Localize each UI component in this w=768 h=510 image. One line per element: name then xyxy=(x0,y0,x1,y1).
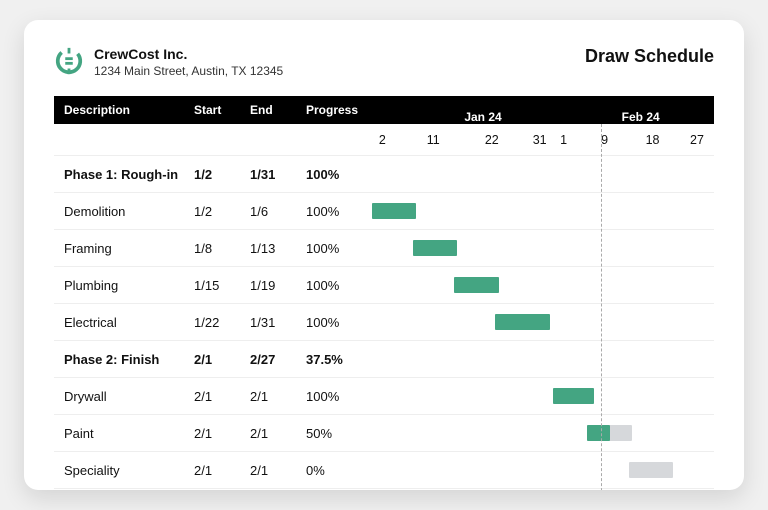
cell-end: 1/13 xyxy=(250,241,306,256)
date-tick: 18 xyxy=(646,133,660,147)
cell-end: 1/6 xyxy=(250,204,306,219)
company-logo-icon xyxy=(54,46,84,76)
cell-start: 2/1 xyxy=(194,463,250,478)
gantt-bar-fill xyxy=(413,240,457,256)
company-name: CrewCost Inc. xyxy=(94,46,283,62)
cell-progress: 37.5% xyxy=(306,352,372,367)
phase-row: Phase 1: Rough-in1/21/31100% xyxy=(54,156,714,193)
cell-progress: 100% xyxy=(306,315,372,330)
cell-progress: 0% xyxy=(306,463,372,478)
task-row: Cabinets2/12/270% xyxy=(54,489,714,490)
cell-description: Phase 2: Finish xyxy=(54,352,194,367)
date-tick: 31 xyxy=(533,133,547,147)
task-row: Framing1/81/13100% xyxy=(54,230,714,267)
date-tick: 2 xyxy=(379,133,386,147)
header: CrewCost Inc. 1234 Main Street, Austin, … xyxy=(54,46,714,78)
cell-end: 1/31 xyxy=(250,315,306,330)
col-header-progress: Progress xyxy=(306,103,372,117)
cell-start: 2/1 xyxy=(194,426,250,441)
today-marker xyxy=(601,124,602,490)
col-header-description: Description xyxy=(54,103,194,117)
month-label: Jan 24 xyxy=(464,110,501,124)
cell-end: 1/19 xyxy=(250,278,306,293)
col-header-end: End xyxy=(250,103,306,117)
cell-end: 1/31 xyxy=(250,167,306,182)
company-block: CrewCost Inc. 1234 Main Street, Austin, … xyxy=(54,46,283,78)
task-row: Electrical1/221/31100% xyxy=(54,304,714,341)
gantt-bar-fill xyxy=(553,388,594,404)
phase-row: Phase 2: Finish2/12/2737.5% xyxy=(54,341,714,378)
cell-description: Electrical xyxy=(54,315,194,330)
date-tick: 11 xyxy=(427,133,440,147)
cell-progress: 100% xyxy=(306,167,372,182)
gantt-bar-fill xyxy=(587,425,609,441)
cell-end: 2/1 xyxy=(250,463,306,478)
cell-description: Framing xyxy=(54,241,194,256)
gantt-bar-fill xyxy=(372,203,416,219)
company-address: 1234 Main Street, Austin, TX 12345 xyxy=(94,64,283,78)
gantt-bar-fill xyxy=(454,277,498,293)
task-row: Plumbing1/151/19100% xyxy=(54,267,714,304)
cell-progress: 50% xyxy=(306,426,372,441)
date-tick: 1 xyxy=(560,133,567,147)
date-tick: 22 xyxy=(485,133,499,147)
cell-end: 2/1 xyxy=(250,426,306,441)
cell-description: Speciality xyxy=(54,463,194,478)
cell-description: Plumbing xyxy=(54,278,194,293)
cell-description: Paint xyxy=(54,426,194,441)
month-label: Feb 24 xyxy=(622,110,660,124)
cell-start: 2/1 xyxy=(194,352,250,367)
cell-description: Drywall xyxy=(54,389,194,404)
task-row: Paint2/12/150% xyxy=(54,415,714,452)
task-row: Demolition1/21/6100% xyxy=(54,193,714,230)
cell-start: 1/2 xyxy=(194,204,250,219)
task-row: Drywall2/12/1100% xyxy=(54,378,714,415)
gantt-bar-fill xyxy=(495,314,550,330)
cell-progress: 100% xyxy=(306,204,372,219)
cell-start: 1/8 xyxy=(194,241,250,256)
cell-start: 1/2 xyxy=(194,167,250,182)
cell-start: 1/15 xyxy=(194,278,250,293)
page-title: Draw Schedule xyxy=(585,46,714,67)
gantt-bar-bg xyxy=(629,462,673,478)
cell-description: Demolition xyxy=(54,204,194,219)
document-card: CrewCost Inc. 1234 Main Street, Austin, … xyxy=(24,20,744,490)
date-tick: 9 xyxy=(601,133,608,147)
date-axis-row: 2 11 22 31 1 9 18 27 xyxy=(54,124,714,156)
col-header-start: Start xyxy=(194,103,250,117)
cell-start: 1/22 xyxy=(194,315,250,330)
table-header-row: Description Start End Progress Jan 24 Feb… xyxy=(54,96,714,124)
task-row: Speciality2/12/10% xyxy=(54,452,714,489)
cell-description: Phase 1: Rough-in xyxy=(54,167,194,182)
cell-progress: 100% xyxy=(306,278,372,293)
cell-end: 2/27 xyxy=(250,352,306,367)
gantt-container: 2112231191827 Phase 1: Rough-in1/21/3110… xyxy=(54,124,714,490)
cell-progress: 100% xyxy=(306,241,372,256)
cell-start: 2/1 xyxy=(194,389,250,404)
schedule-table: Description Start End Progress Jan 24 Feb… xyxy=(54,96,714,490)
date-tick: 27 xyxy=(690,133,704,147)
cell-end: 2/1 xyxy=(250,389,306,404)
cell-progress: 100% xyxy=(306,389,372,404)
